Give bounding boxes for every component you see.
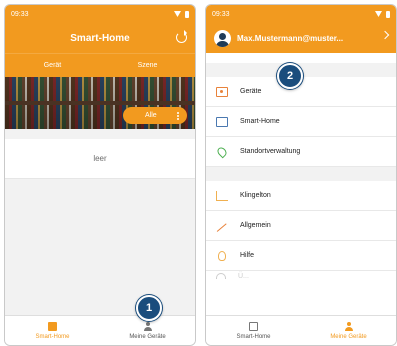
- battery-icon: [185, 10, 189, 18]
- my-devices-screen: 09:33 Max.Mustermann@muster... Geräte Sm…: [205, 4, 397, 346]
- smart-home-icon: [216, 116, 228, 127]
- status-time: 09:33: [212, 10, 230, 18]
- nav-smart-home[interactable]: Smart-Home: [5, 316, 100, 345]
- bottom-nav: Smart-Home Meine Geräte: [5, 315, 195, 345]
- status-bar: 09:33: [5, 5, 195, 23]
- nav-smart-home-label: Smart-Home: [35, 333, 70, 340]
- tab-scene[interactable]: Szene: [100, 54, 195, 77]
- app-bar: Smart-Home: [5, 23, 195, 53]
- chevron-right-icon: [380, 30, 390, 40]
- wifi-icon: [375, 11, 382, 17]
- menu-item-location[interactable]: Standortverwaltung: [206, 137, 396, 167]
- smart-home-screen: 09:33 Smart-Home Gerät Szene Alle leer S…: [4, 4, 196, 346]
- person-icon: [143, 321, 152, 331]
- more-icon[interactable]: [177, 112, 179, 114]
- room-banner-image: Alle: [5, 77, 195, 129]
- menu-item-ringtone[interactable]: Klingelton: [206, 181, 396, 211]
- battery-icon: [386, 10, 390, 18]
- empty-state: leer: [5, 139, 195, 179]
- menu-item-more[interactable]: Ü...: [206, 271, 396, 283]
- filter-chip-label: Alle: [145, 112, 157, 119]
- menu-item-label: Hilfe: [240, 252, 255, 259]
- menu-item-label: Ü...: [238, 273, 249, 280]
- music-note-icon: [216, 190, 228, 201]
- menu-item-smart-home[interactable]: Smart-Home: [206, 107, 396, 137]
- info-icon: [216, 273, 226, 279]
- wrench-icon: [216, 222, 228, 233]
- empty-text: leer: [93, 154, 107, 163]
- person-icon: [344, 321, 353, 331]
- step-badge-1: 1: [136, 295, 162, 321]
- status-time: 09:33: [11, 10, 29, 18]
- step-badge-2: 2: [277, 63, 303, 89]
- account-email: Max.Mustermann@muster...: [237, 33, 344, 43]
- home-icon: [249, 321, 258, 331]
- page-title: Smart-Home: [70, 32, 130, 44]
- wifi-icon: [174, 11, 181, 17]
- home-icon: [48, 321, 57, 331]
- refresh-icon[interactable]: [176, 30, 187, 43]
- menu-gap: [206, 167, 396, 181]
- settings-menu: Geräte Smart-Home Standortverwaltung Kli…: [206, 63, 396, 283]
- avatar: [214, 29, 231, 47]
- tab-bar: Gerät Szene: [5, 53, 195, 77]
- menu-item-general[interactable]: Allgemein: [206, 211, 396, 241]
- menu-item-label: Smart-Home: [240, 118, 280, 125]
- nav-my-devices-label: Meine Geräte: [330, 333, 367, 340]
- location-pin-icon: [215, 145, 229, 158]
- nav-my-devices-label: Meine Geräte: [129, 333, 166, 340]
- bottom-nav: Smart-Home Meine Geräte: [206, 315, 396, 345]
- lightbulb-icon: [218, 250, 226, 261]
- menu-item-label: Standortverwaltung: [240, 148, 301, 155]
- filter-chip[interactable]: Alle: [123, 107, 187, 124]
- device-icon: [216, 86, 228, 97]
- menu-item-label: Allgemein: [240, 222, 271, 229]
- status-bar: 09:33: [206, 5, 396, 23]
- nav-smart-home-label: Smart-Home: [236, 333, 271, 340]
- menu-item-label: Geräte: [240, 88, 262, 95]
- account-header[interactable]: Max.Mustermann@muster...: [206, 23, 396, 53]
- menu-item-help[interactable]: Hilfe: [206, 241, 396, 271]
- tab-device[interactable]: Gerät: [5, 54, 100, 77]
- nav-smart-home[interactable]: Smart-Home: [206, 316, 301, 345]
- menu-item-label: Klingelton: [240, 192, 271, 199]
- shelf-decoration: [5, 101, 195, 105]
- nav-my-devices[interactable]: Meine Geräte: [301, 316, 396, 345]
